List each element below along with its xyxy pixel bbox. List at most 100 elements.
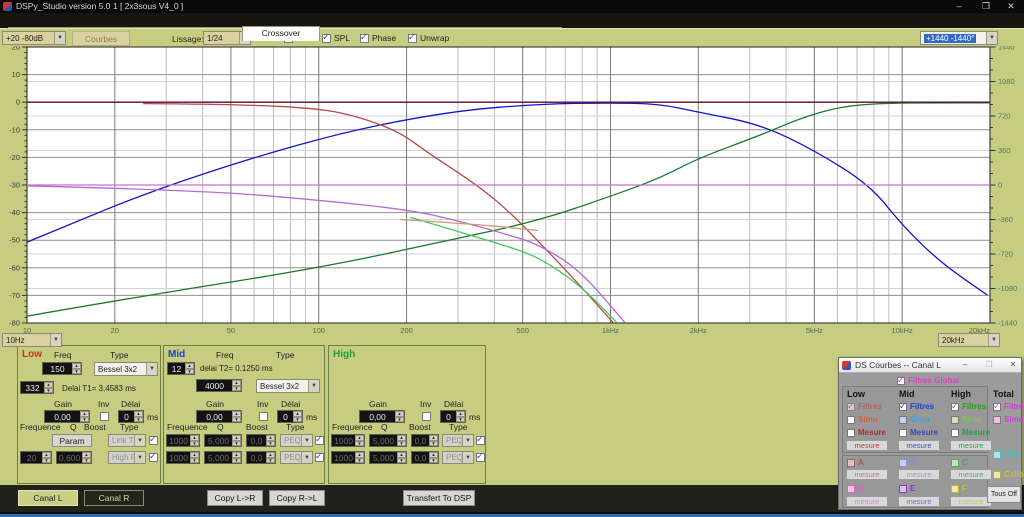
chevron-down-icon[interactable]: ▼ bbox=[301, 452, 312, 463]
spinner-arrows[interactable]: ▲▼ bbox=[266, 452, 275, 463]
phase-range-select[interactable]: +1440 -1440° ▼ bbox=[920, 31, 998, 45]
chevron-down-icon[interactable]: ▼ bbox=[134, 452, 145, 463]
tab-crossover[interactable]: Crossover bbox=[242, 26, 320, 41]
measure-d-button[interactable]: mesure bbox=[846, 496, 888, 507]
high-eq1-boost-spinner[interactable]: 0,0▲▼ bbox=[411, 434, 439, 447]
mid-type-select[interactable]: Bessel 3x2 ▼ bbox=[256, 379, 320, 393]
chevron-down-icon[interactable]: ▼ bbox=[462, 435, 473, 446]
checkbox-phase[interactable]: Phase bbox=[360, 33, 396, 43]
copy-r-to-l-button[interactable]: Copy R->L bbox=[269, 490, 325, 506]
high-eq1-enable-checkbox[interactable] bbox=[476, 436, 485, 445]
spinner-arrows[interactable]: ▲▼ bbox=[190, 452, 199, 463]
freq-max-select[interactable]: 20kHz ▼ bbox=[938, 333, 1000, 347]
measure-c-checkbox[interactable]: C bbox=[951, 458, 968, 467]
spinner-arrows[interactable]: ▲▼ bbox=[44, 382, 53, 393]
chevron-down-icon[interactable]: ▼ bbox=[134, 435, 145, 446]
spinner-arrows[interactable]: ▲▼ bbox=[232, 452, 241, 463]
low-mesure-button[interactable]: mesure bbox=[846, 440, 888, 451]
high-mesure-checkbox[interactable]: Mesure bbox=[951, 428, 990, 437]
spinner-arrows[interactable]: ▲▼ bbox=[397, 452, 406, 463]
checkbox-box[interactable] bbox=[993, 451, 1001, 459]
chevron-down-icon[interactable]: ▼ bbox=[986, 32, 997, 44]
high-eq1-freq-spinner[interactable]: 1000▲▼ bbox=[331, 434, 365, 447]
checkbox-spl[interactable]: SPL bbox=[322, 33, 350, 43]
checkbox-box[interactable] bbox=[315, 453, 324, 462]
spinner-arrows[interactable]: ▲▼ bbox=[456, 411, 465, 422]
checkbox-box[interactable] bbox=[149, 453, 158, 462]
low-mesure-checkbox[interactable]: Mesure bbox=[847, 428, 886, 437]
checkbox-box[interactable] bbox=[847, 429, 855, 437]
high-simu-checkbox[interactable]: Simu bbox=[951, 415, 982, 424]
spinner-arrows[interactable]: ▲▼ bbox=[429, 452, 438, 463]
low-eq2-q-spinner[interactable]: 0.600 ▲▼ bbox=[56, 451, 92, 464]
spinner-arrows[interactable]: ▲▼ bbox=[395, 411, 404, 422]
low-eq1-type-select[interactable]: Link Transf ▼ bbox=[108, 434, 146, 447]
low-eq2-enable-checkbox[interactable] bbox=[149, 453, 158, 462]
copy-l-to-r-button[interactable]: Copy L->R bbox=[207, 490, 263, 506]
checkbox-box[interactable] bbox=[315, 436, 324, 445]
checkbox-box[interactable] bbox=[476, 453, 485, 462]
low-eq1-enable-checkbox[interactable] bbox=[149, 436, 158, 445]
high-eq2-type-select[interactable]: PEQ▼ bbox=[442, 451, 474, 464]
spinner-arrows[interactable]: ▲▼ bbox=[232, 435, 241, 446]
spinner-arrows[interactable]: ▲▼ bbox=[185, 363, 194, 374]
mid-mesure-checkbox[interactable]: Mesure bbox=[899, 428, 938, 437]
transfert-to-dsp-button[interactable]: Transfert To DSP bbox=[403, 490, 475, 506]
close-button[interactable]: ✕ bbox=[1000, 0, 1022, 13]
high-eq1-q-spinner[interactable]: 5,000▲▼ bbox=[369, 434, 407, 447]
checkbox-box[interactable] bbox=[847, 459, 855, 467]
mid-eq2-type-select[interactable]: PEQ▼ bbox=[280, 451, 313, 464]
high-eq2-q-spinner[interactable]: 5,000▲▼ bbox=[369, 451, 407, 464]
mid-freq-spinner[interactable]: 12 ▲▼ bbox=[167, 362, 195, 375]
checkbox-box[interactable] bbox=[993, 403, 1001, 411]
mid-eq2-boost-spinner[interactable]: 0,0▲▼ bbox=[246, 451, 276, 464]
mid-mesure-button[interactable]: mesure bbox=[898, 440, 940, 451]
mid-filtres-checkbox[interactable]: Filtres bbox=[899, 402, 934, 411]
low-eq2-freq-spinner[interactable]: 20 ▲▼ bbox=[20, 451, 52, 464]
measure-c-button[interactable]: mesure bbox=[950, 469, 992, 480]
measure-b-checkbox[interactable]: B bbox=[899, 458, 916, 467]
dialog-maximize-button[interactable]: ❐ bbox=[981, 359, 997, 371]
checkbox-box[interactable] bbox=[897, 377, 905, 385]
spinner-arrows[interactable]: ▲▼ bbox=[232, 380, 241, 391]
measure-f-checkbox[interactable]: F bbox=[951, 484, 967, 493]
checkbox-box[interactable] bbox=[259, 412, 268, 421]
low-type-select[interactable]: Bessel 3x2 ▼ bbox=[94, 362, 158, 376]
spinner-arrows[interactable]: ▲▼ bbox=[72, 363, 81, 374]
mid-eq1-enable-checkbox[interactable] bbox=[315, 436, 324, 445]
mid-eq2-enable-checkbox[interactable] bbox=[315, 453, 324, 462]
chevron-down-icon[interactable]: ▼ bbox=[988, 334, 999, 346]
low-freq-spinner[interactable]: 150 ▲▼ bbox=[42, 362, 82, 375]
mid-eq2-q-spinner[interactable]: 5,000▲▼ bbox=[204, 451, 242, 464]
mid-inv-checkbox[interactable] bbox=[259, 412, 268, 421]
spinner-arrows[interactable]: ▲▼ bbox=[266, 435, 275, 446]
spinner-arrows[interactable]: ▲▼ bbox=[42, 452, 51, 463]
checkbox-box[interactable] bbox=[993, 416, 1001, 424]
mid-simu-checkbox[interactable]: Simu bbox=[899, 415, 930, 424]
mid-freq2-spinner[interactable]: 4000 ▲▼ bbox=[196, 379, 242, 392]
checkbox-box[interactable] bbox=[422, 412, 431, 421]
checkbox-box[interactable] bbox=[322, 34, 331, 43]
filtres-global-checkbox[interactable]: Filtres Global bbox=[897, 376, 959, 385]
measure-b-button[interactable]: mesure bbox=[898, 469, 940, 480]
spinner-arrows[interactable]: ▲▼ bbox=[355, 452, 364, 463]
mid-eq1-boost-spinner[interactable]: 0,0▲▼ bbox=[246, 434, 276, 447]
high-eq2-freq-spinner[interactable]: 1000▲▼ bbox=[331, 451, 365, 464]
measure-a-checkbox[interactable]: A bbox=[847, 458, 864, 467]
total-simu-checkbox[interactable]: Simu bbox=[993, 415, 1024, 424]
canal-r-button[interactable]: Canal R bbox=[84, 490, 144, 506]
chevron-down-icon[interactable]: ▼ bbox=[146, 363, 157, 375]
db-range-select[interactable]: +20 -80dB ▼ bbox=[2, 31, 66, 45]
measure-f-button[interactable]: mesure bbox=[950, 496, 992, 507]
checkbox-box[interactable] bbox=[993, 471, 1001, 479]
checkbox-box[interactable] bbox=[847, 403, 855, 411]
chevron-down-icon[interactable]: ▼ bbox=[54, 32, 65, 44]
chevron-down-icon[interactable]: ▼ bbox=[301, 435, 312, 446]
checkbox-box[interactable] bbox=[408, 34, 417, 43]
high-filtres-checkbox[interactable]: Filtres bbox=[951, 402, 986, 411]
measure-e-button[interactable]: mesure bbox=[898, 496, 940, 507]
freq-min-select[interactable]: 10Hz ▼ bbox=[2, 333, 62, 347]
high-eq1-type-select[interactable]: PEQ▼ bbox=[442, 434, 474, 447]
checkbox-box[interactable] bbox=[951, 485, 959, 493]
calib-checkbox[interactable]: Calib bbox=[993, 470, 1024, 479]
